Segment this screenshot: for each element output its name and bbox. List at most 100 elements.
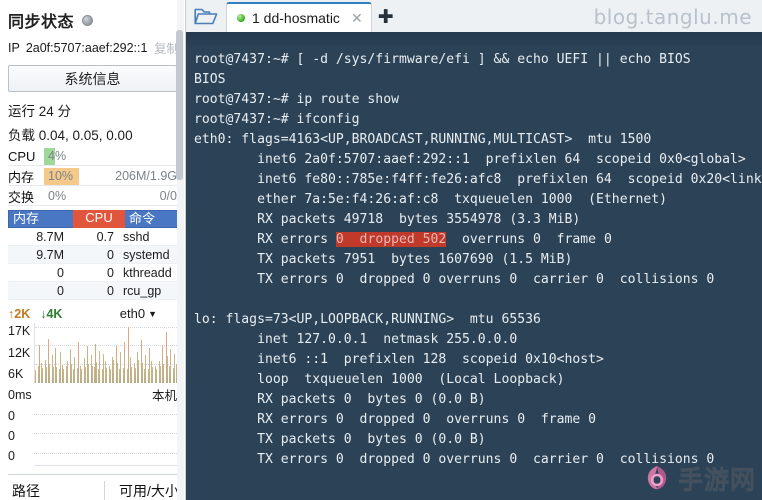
col-header-size[interactable]: 可用/大小 — [105, 481, 179, 500]
process-memory: 0 — [57, 283, 64, 298]
load-average-text: 负载 0.04, 0.05, 0.00 — [8, 128, 133, 143]
network-chart-y-axis: 17K 12K 6K — [8, 323, 34, 383]
process-memory: 8.7M — [36, 229, 64, 244]
network-interface-selector[interactable]: eth0 ▼ — [120, 306, 157, 321]
network-chart-bars — [35, 323, 179, 383]
terminal-line: RX packets 0 bytes 0 (0.0 B) — [194, 392, 486, 407]
terminal-line: inet 127.0.0.1 netmask 255.0.0.0 — [194, 332, 518, 347]
system-info-button[interactable]: 系统信息 — [8, 65, 177, 92]
app-root: 同步状态 IP 2a0f:5707:aaef:292::1 复制 系统信息 运行… — [0, 0, 762, 500]
latency-target-label: 本机 — [151, 389, 177, 403]
sync-status-title: 同步状态 — [8, 14, 75, 31]
col-header-path[interactable]: 路径 — [8, 481, 105, 500]
terminal-line: inet6 ::1 prefixlen 128 scopeid 0x10<hos… — [194, 352, 604, 367]
metric-row-交换: 交换 0% 0/0 — [8, 187, 179, 206]
latency-y-tick-1: 0 — [8, 429, 15, 443]
process-row[interactable]: 9.7M 0 systemd — [8, 246, 179, 264]
terminal-line: inet6 fe80::785e:f4ff:fe26:afc8 prefixle… — [194, 172, 762, 187]
process-cpu: 0.7 — [96, 229, 114, 244]
status-dot-icon — [82, 14, 94, 26]
y-tick-0: 17K — [8, 324, 31, 338]
process-command: sshd — [123, 229, 150, 244]
terminal-line: lo: flags=73<UP,LOOPBACK,RUNNING> mtu 65… — [194, 312, 541, 327]
process-table-body: 8.7M 0.7 sshd 9.7M 0 systemd 0 0 kthreadd 0 0 rcu_g… — [0, 228, 185, 300]
terminal-line: root@7437:~# [ -d /sys/firmware/efi ] &&… — [194, 52, 691, 67]
metric-label: 交换 — [8, 189, 35, 205]
terminal-tab-title: 1 dd-hosmatic — [252, 10, 340, 26]
process-row[interactable]: 0 0 kthreadd — [8, 264, 179, 282]
metrics-list: CPU 4% 内存 10% 206M/1.9G 交换 0% 0/0 — [0, 147, 185, 206]
metric-track: 4% — [44, 147, 179, 165]
metric-detail: 0/0 — [159, 188, 177, 203]
folder-open-icon[interactable] — [186, 0, 226, 32]
process-command: systemd — [123, 247, 170, 262]
col-header-cpu[interactable]: CPU — [73, 210, 125, 228]
terminal-line: TX errors 0 dropped 0 overruns 0 carrier… — [194, 272, 715, 287]
sync-status-row: 同步状态 — [0, 0, 185, 34]
process-command: kthreadd — [123, 265, 172, 280]
terminal-line: RX errors 0 dropped 0 overruns 0 frame 0 — [194, 412, 597, 427]
process-table-header: 内存 CPU 命令 — [8, 210, 179, 228]
green-dot-icon — [237, 14, 245, 22]
process-memory: 0 — [57, 265, 64, 280]
y-tick-1: 12K — [8, 345, 31, 360]
terminal-line: root@7437:~# ip route show — [194, 92, 399, 107]
process-cpu: 0 — [107, 265, 114, 280]
terminal-line: eth0: flags=4163<UP,BROADCAST,RUNNING,MU… — [194, 132, 652, 147]
system-monitor-sidebar: 同步状态 IP 2a0f:5707:aaef:292::1 复制 系统信息 运行… — [0, 0, 186, 500]
col-header-memory[interactable]: 内存 — [9, 211, 73, 227]
metric-percent: 10% — [48, 168, 74, 183]
network-header: ↑2K ↓4K eth0 ▼ — [8, 306, 179, 321]
terminal-line: TX packets 0 bytes 0 (0.0 B) — [194, 432, 486, 447]
latency-y-tick-2: 0 — [8, 449, 15, 463]
uptime-text: 运行 24 分 — [8, 104, 72, 119]
process-command: rcu_gp — [123, 283, 162, 298]
latency-chart-plot — [34, 404, 179, 466]
terminal-line: root@7437:~# ifconfig — [194, 112, 360, 127]
metric-row-内存: 内存 10% 206M/1.9G — [8, 167, 179, 186]
terminal-output[interactable]: root@7437:~# [ -d /sys/firmware/efi ] &&… — [186, 46, 762, 500]
metric-percent: 0% — [48, 188, 67, 203]
metric-percent: 4% — [48, 148, 67, 163]
terminal-top-strip — [186, 32, 762, 46]
terminal-tab-bar: 1 dd-hosmatic ✕ ✚ blog.tanglu.me — [186, 0, 762, 32]
process-row[interactable]: 0 0 rcu_gp — [8, 282, 179, 300]
terminal-line: BIOS — [194, 72, 226, 87]
terminal-line: loop txqueuelen 1000 (Local Loopback) — [194, 372, 565, 387]
terminal-error-highlight: 0 dropped 502 — [335, 232, 447, 247]
latency-chart-y-axis: 0 0 0 — [8, 404, 34, 466]
ip-label: IP — [8, 40, 20, 55]
ip-value: 2a0f:5707:aaef:292::1 — [25, 40, 148, 55]
metric-label: 内存 — [8, 169, 35, 185]
metric-detail: 206M/1.9G — [115, 168, 177, 183]
sidebar-scrollbar-thumb[interactable] — [176, 30, 183, 180]
latency-chart: 0 0 0 — [8, 404, 179, 466]
terminal-tab[interactable]: 1 dd-hosmatic ✕ — [226, 2, 372, 32]
metric-row-cpu: CPU 4% — [8, 147, 179, 166]
y-tick-2: 6K — [8, 367, 24, 381]
sidebar-scrollbar-track[interactable] — [176, 0, 184, 500]
process-cpu: 0 — [107, 247, 114, 262]
latency-header: 0ms 本机 — [8, 385, 179, 404]
process-row[interactable]: 8.7M 0.7 sshd — [8, 228, 179, 246]
col-header-command[interactable]: 命令 — [125, 211, 178, 227]
network-throughput-chart: 17K 12K 6K — [8, 323, 179, 383]
close-icon[interactable]: ✕ — [351, 10, 363, 27]
terminal-line: inet6 2a0f:5707:aaef:292::1 prefixlen 64… — [194, 152, 746, 167]
terminal-line: RX packets 49718 bytes 3554978 (3.3 MiB) — [194, 212, 581, 227]
terminal-line: TX errors 0 dropped 0 overruns 0 carrier… — [194, 452, 715, 467]
process-memory: 9.7M — [36, 247, 64, 262]
disk-table-header: 路径 可用/大小 — [8, 474, 179, 500]
terminal-panel: 1 dd-hosmatic ✕ ✚ blog.tanglu.me root@74… — [186, 0, 762, 500]
terminal-line: TX packets 7951 bytes 1607690 (1.5 MiB) — [194, 252, 573, 267]
network-interface-label: eth0 — [119, 306, 146, 321]
chevron-down-icon: ▼ — [148, 308, 157, 319]
terminal-line: RX errors 0 dropped 502 overruns 0 frame… — [194, 232, 612, 247]
network-chart-plot — [34, 323, 179, 383]
latency-value: 0ms — [8, 387, 32, 402]
terminal-line: ether 7a:5e:f4:26:af:c8 txqueuelen 1000 … — [194, 192, 667, 207]
process-cpu: 0 — [107, 283, 114, 298]
site-watermark-top: blog.tanglu.me — [593, 5, 752, 29]
plus-icon[interactable]: ✚ — [372, 2, 400, 32]
